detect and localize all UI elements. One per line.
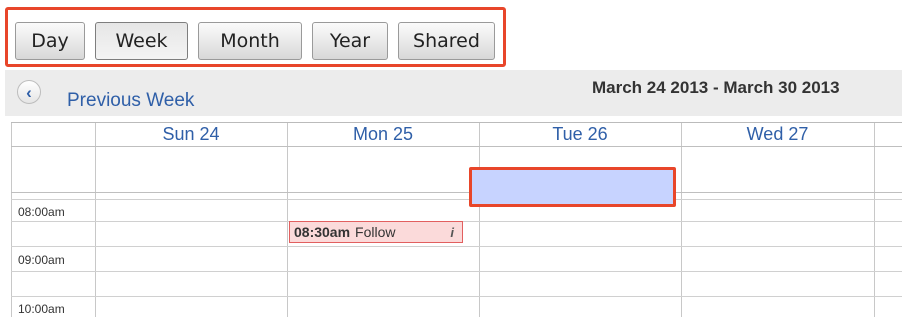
grid-line [681, 123, 682, 317]
selected-time-slot[interactable] [469, 167, 676, 207]
grid-line [11, 246, 902, 247]
week-view-button[interactable]: Week [95, 22, 188, 60]
event-time: 08:30am [294, 224, 351, 240]
grid-line [11, 199, 902, 200]
grid-line [479, 123, 480, 317]
info-icon[interactable]: i [450, 225, 454, 240]
time-label: 08:00am [18, 205, 65, 219]
date-range-title: March 24 2013 - March 30 2013 [592, 78, 840, 97]
grid-line [11, 296, 902, 297]
day-header: Mon 25 [352, 124, 414, 144]
day-header: Wed 27 [746, 124, 809, 144]
grid-line [874, 123, 875, 317]
event-title: Follow [355, 224, 396, 240]
day-header: Tue 26 [552, 124, 608, 144]
grid-line [11, 271, 902, 272]
day-header: Sun 24 [162, 124, 220, 144]
grid-line [11, 192, 902, 193]
time-label: 10:00am [18, 302, 65, 316]
week-grid: Sun 24 Mon 25 Tue 26 Wed 27 08:00am 09:0… [11, 122, 902, 317]
grid-line [11, 123, 12, 317]
grid-line [95, 123, 96, 317]
shared-view-button[interactable]: Shared [398, 22, 495, 60]
view-switcher: Day Week Month Year Shared [5, 7, 506, 67]
time-label: 09:00am [18, 253, 65, 267]
grid-line [11, 146, 902, 147]
calendar-event[interactable]: 08:30am Follow i [289, 221, 463, 243]
day-view-button[interactable]: Day [15, 22, 85, 60]
chevron-left-icon[interactable]: ‹ [17, 80, 41, 104]
grid-line [287, 123, 288, 317]
year-view-button[interactable]: Year [312, 22, 388, 60]
month-view-button[interactable]: Month [198, 22, 302, 60]
previous-week-link[interactable]: Previous Week [67, 90, 194, 112]
